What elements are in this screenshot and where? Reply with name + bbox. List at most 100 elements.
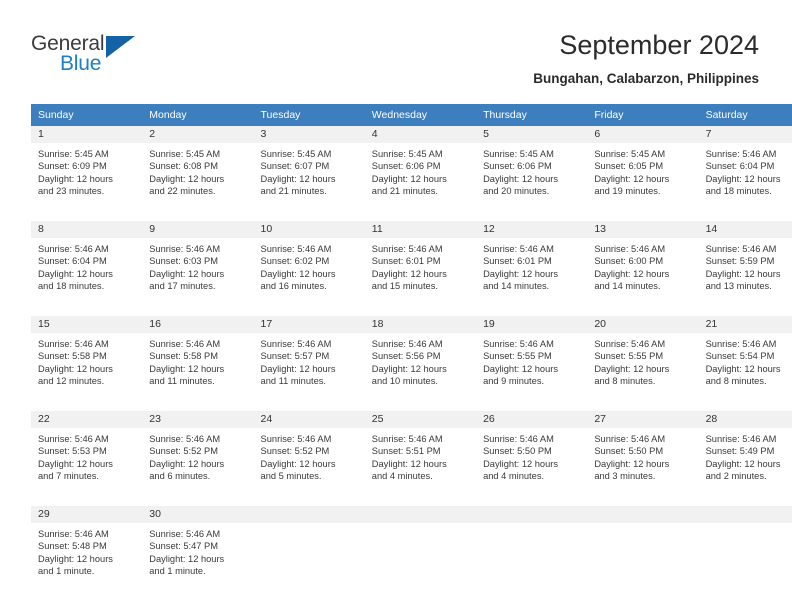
day-number: [364, 506, 477, 523]
daylight-text-line2: and 18 minutes.: [38, 281, 105, 292]
day-cell[interactable]: 2 Sunrise: 5:45 AM Sunset: 6:08 PM Dayli…: [142, 126, 254, 219]
sunset-text: Sunset: 6:07 PM: [260, 161, 330, 172]
day-details: Sunrise: 5:46 AM Sunset: 5:47 PM Dayligh…: [142, 523, 253, 578]
sunset-text: Sunset: 5:50 PM: [594, 446, 664, 457]
daylight-text-line2: and 7 minutes.: [38, 471, 99, 482]
day-number: 2: [142, 126, 254, 143]
title-block: September 2024 Bungahan, Calabarzon, Phi…: [533, 28, 759, 87]
day-details: Sunrise: 5:46 AM Sunset: 5:52 PM Dayligh…: [142, 428, 253, 483]
day-cell[interactable]: 6 Sunrise: 5:45 AM Sunset: 6:05 PM Dayli…: [587, 126, 699, 219]
day-number: 29: [31, 506, 143, 523]
weekday-header-sunday: Sunday: [31, 104, 143, 126]
day-number: 18: [364, 316, 477, 333]
day-cell[interactable]: 8 Sunrise: 5:46 AM Sunset: 6:04 PM Dayli…: [31, 219, 143, 314]
sunrise-text: Sunrise: 5:46 AM: [38, 529, 109, 539]
daylight-text-line1: Daylight: 12 hours: [594, 363, 670, 374]
day-details: Sunrise: 5:46 AM Sunset: 5:53 PM Dayligh…: [31, 428, 142, 483]
calendar-week-row: 1 Sunrise: 5:45 AM Sunset: 6:09 PM Dayli…: [31, 126, 792, 219]
day-number: 12: [476, 221, 588, 238]
day-number: 7: [698, 126, 792, 143]
day-number: 9: [142, 221, 254, 238]
day-cell[interactable]: 26 Sunrise: 5:46 AM Sunset: 5:50 PM Dayl…: [476, 409, 588, 504]
day-cell[interactable]: 5 Sunrise: 5:45 AM Sunset: 6:06 PM Dayli…: [476, 126, 588, 219]
sunset-text: Sunset: 5:52 PM: [260, 446, 330, 457]
daylight-text-line1: Daylight: 12 hours: [483, 268, 558, 279]
day-details: Sunrise: 5:46 AM Sunset: 6:04 PM Dayligh…: [31, 238, 142, 293]
sunrise-text: Sunrise: 5:45 AM: [594, 149, 666, 159]
sunset-text: Sunset: 5:50 PM: [483, 446, 552, 457]
daylight-text-line1: Daylight: 12 hours: [149, 363, 225, 374]
weekday-header-wednesday: Wednesday: [364, 104, 477, 126]
daylight-text-line2: and 13 minutes.: [705, 281, 772, 292]
daylight-text-line1: Daylight: 12 hours: [594, 458, 670, 469]
day-cell[interactable]: 3 Sunrise: 5:45 AM Sunset: 6:07 PM Dayli…: [253, 126, 365, 219]
sunset-text: Sunset: 5:54 PM: [705, 351, 775, 362]
day-cell[interactable]: 10 Sunrise: 5:46 AM Sunset: 6:02 PM Dayl…: [253, 219, 365, 314]
sunrise-text: Sunrise: 5:46 AM: [594, 434, 666, 444]
day-cell[interactable]: 12 Sunrise: 5:46 AM Sunset: 6:01 PM Dayl…: [476, 219, 588, 314]
day-cell[interactable]: 4 Sunrise: 5:45 AM Sunset: 6:06 PM Dayli…: [364, 126, 477, 219]
day-cell[interactable]: 28 Sunrise: 5:46 AM Sunset: 5:49 PM Dayl…: [698, 409, 792, 504]
calendar-week-row: 15 Sunrise: 5:46 AM Sunset: 5:58 PM Dayl…: [31, 314, 792, 409]
day-cell[interactable]: 30 Sunrise: 5:46 AM Sunset: 5:47 PM Dayl…: [142, 504, 254, 599]
day-number: 14: [698, 221, 792, 238]
day-cell-empty: [253, 504, 365, 599]
day-cell[interactable]: 17 Sunrise: 5:46 AM Sunset: 5:57 PM Dayl…: [253, 314, 365, 409]
sunset-text: Sunset: 6:04 PM: [705, 161, 775, 172]
day-cell[interactable]: 11 Sunrise: 5:46 AM Sunset: 6:01 PM Dayl…: [364, 219, 477, 314]
sunrise-text: Sunrise: 5:46 AM: [149, 339, 221, 349]
daylight-text-line2: and 22 minutes.: [149, 186, 216, 197]
day-cell[interactable]: 27 Sunrise: 5:46 AM Sunset: 5:50 PM Dayl…: [587, 409, 699, 504]
sunset-text: Sunset: 5:53 PM: [38, 446, 107, 457]
sunrise-text: Sunrise: 5:46 AM: [371, 244, 443, 254]
day-cell-empty: [364, 504, 477, 599]
day-cell[interactable]: 15 Sunrise: 5:46 AM Sunset: 5:58 PM Dayl…: [31, 314, 143, 409]
day-cell[interactable]: 25 Sunrise: 5:46 AM Sunset: 5:51 PM Dayl…: [364, 409, 477, 504]
day-number: 3: [253, 126, 365, 143]
daylight-text-line2: and 5 minutes.: [260, 471, 322, 482]
day-number: 20: [587, 316, 699, 333]
day-details: Sunrise: 5:46 AM Sunset: 5:48 PM Dayligh…: [31, 523, 142, 578]
day-number: 11: [364, 221, 477, 238]
page-subtitle: Bungahan, Calabarzon, Philippines: [533, 71, 759, 86]
daylight-text-line1: Daylight: 12 hours: [371, 268, 447, 279]
daylight-text-line1: Daylight: 12 hours: [38, 268, 113, 279]
general-blue-logo[interactable]: General Blue: [31, 32, 231, 82]
daylight-text-line1: Daylight: 12 hours: [483, 173, 558, 184]
day-cell[interactable]: 29 Sunrise: 5:46 AM Sunset: 5:48 PM Dayl…: [31, 504, 143, 599]
daylight-text-line2: and 2 minutes.: [705, 471, 767, 482]
day-number: 17: [253, 316, 365, 333]
sunrise-text: Sunrise: 5:46 AM: [149, 434, 221, 444]
daylight-text-line2: and 4 minutes.: [371, 471, 433, 482]
day-cell[interactable]: 9 Sunrise: 5:46 AM Sunset: 6:03 PM Dayli…: [142, 219, 254, 314]
daylight-text-line1: Daylight: 12 hours: [149, 458, 225, 469]
day-cell[interactable]: 16 Sunrise: 5:46 AM Sunset: 5:58 PM Dayl…: [142, 314, 254, 409]
day-cell[interactable]: 22 Sunrise: 5:46 AM Sunset: 5:53 PM Dayl…: [31, 409, 143, 504]
day-details: Sunrise: 5:46 AM Sunset: 5:58 PM Dayligh…: [31, 333, 142, 388]
sunset-text: Sunset: 6:06 PM: [483, 161, 552, 172]
day-details: Sunrise: 5:46 AM Sunset: 5:59 PM Dayligh…: [699, 238, 792, 293]
day-cell[interactable]: 1 Sunrise: 5:45 AM Sunset: 6:09 PM Dayli…: [31, 126, 143, 219]
day-details: Sunrise: 5:46 AM Sunset: 5:49 PM Dayligh…: [699, 428, 792, 483]
day-cell[interactable]: 7 Sunrise: 5:46 AM Sunset: 6:04 PM Dayli…: [698, 126, 792, 219]
day-cell[interactable]: 14 Sunrise: 5:46 AM Sunset: 5:59 PM Dayl…: [698, 219, 792, 314]
day-cell[interactable]: 13 Sunrise: 5:46 AM Sunset: 6:00 PM Dayl…: [587, 219, 699, 314]
day-number: 24: [253, 411, 365, 428]
calendar-week-row: 22 Sunrise: 5:46 AM Sunset: 5:53 PM Dayl…: [31, 409, 792, 504]
sunset-text: Sunset: 6:01 PM: [483, 256, 552, 267]
day-number: 6: [587, 126, 699, 143]
day-cell[interactable]: 18 Sunrise: 5:46 AM Sunset: 5:56 PM Dayl…: [364, 314, 477, 409]
day-cell[interactable]: 24 Sunrise: 5:46 AM Sunset: 5:52 PM Dayl…: [253, 409, 365, 504]
day-cell-empty: [698, 504, 792, 599]
day-cell[interactable]: 20 Sunrise: 5:46 AM Sunset: 5:55 PM Dayl…: [587, 314, 699, 409]
day-cell[interactable]: 19 Sunrise: 5:46 AM Sunset: 5:55 PM Dayl…: [476, 314, 588, 409]
day-number: 16: [142, 316, 254, 333]
day-cell[interactable]: 23 Sunrise: 5:46 AM Sunset: 5:52 PM Dayl…: [142, 409, 254, 504]
day-cell-empty: [476, 504, 588, 599]
sunset-text: Sunset: 5:58 PM: [149, 351, 218, 362]
day-cell[interactable]: 21 Sunrise: 5:46 AM Sunset: 5:54 PM Dayl…: [698, 314, 792, 409]
sunrise-text: Sunrise: 5:46 AM: [260, 434, 332, 444]
sunrise-text: Sunrise: 5:45 AM: [483, 149, 554, 159]
daylight-text-line2: and 4 minutes.: [483, 471, 545, 482]
day-details: Sunrise: 5:46 AM Sunset: 6:03 PM Dayligh…: [142, 238, 253, 293]
